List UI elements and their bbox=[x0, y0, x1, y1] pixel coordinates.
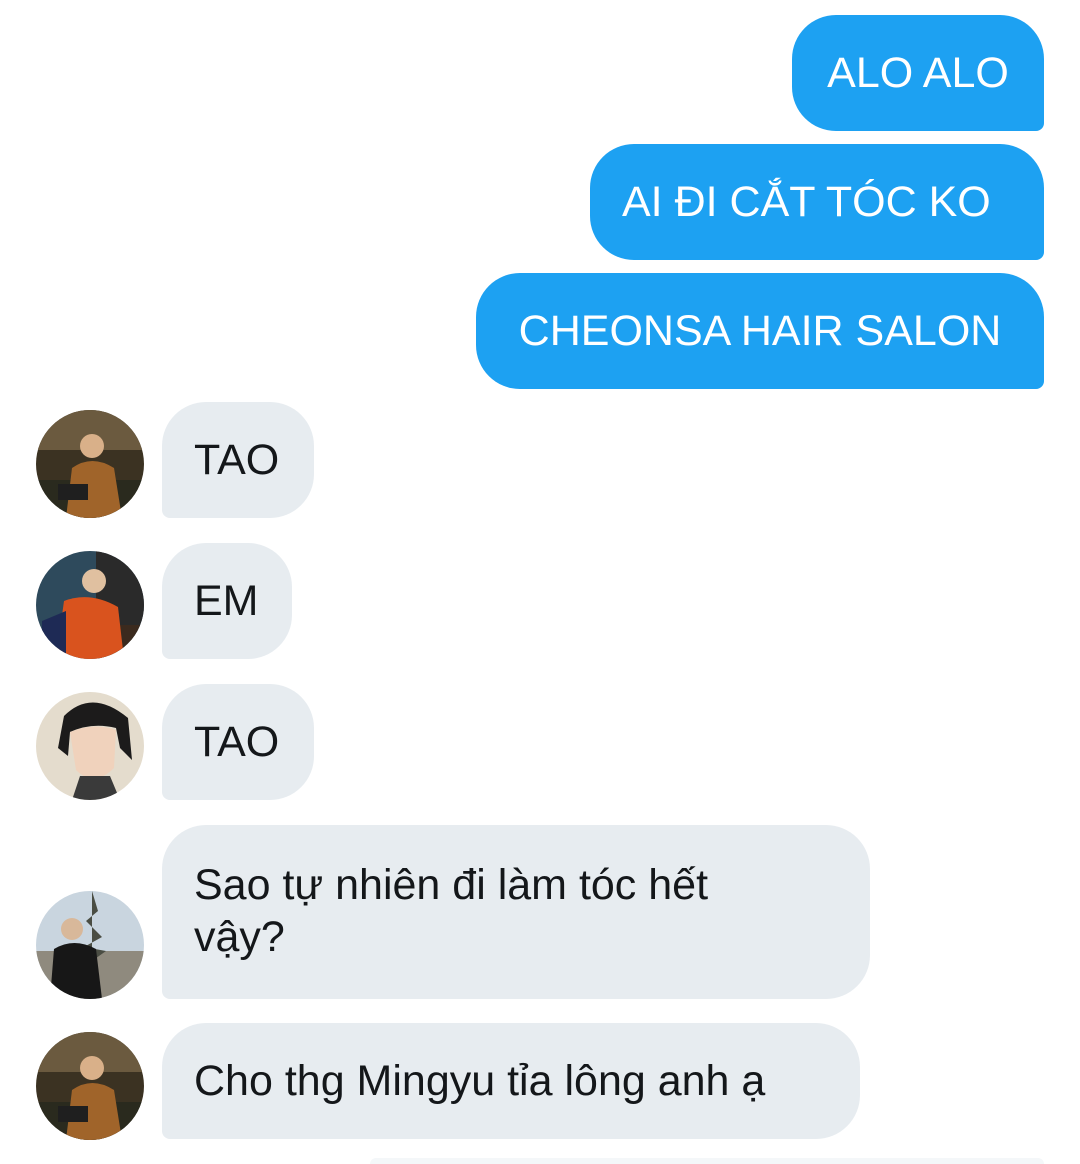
incoming-message[interactable]: EM bbox=[162, 543, 292, 659]
message-text: Cho thg Mingyu tỉa lông anh ạ bbox=[194, 1057, 766, 1105]
incoming-message[interactable]: Sao tự nhiên đi làm tóc hết vậy? bbox=[162, 825, 870, 999]
message-text: CHEONSA HAIR SALON bbox=[518, 307, 1002, 355]
user-avatar-1[interactable] bbox=[36, 410, 144, 518]
outgoing-message[interactable]: AI ĐI CẮT TÓC KO bbox=[590, 144, 1044, 260]
message-thread: ALO ALO AI ĐI CẮT TÓC KO CHEONSA HAIR SA… bbox=[0, 0, 1080, 1164]
message-text: AI ĐI CẮT TÓC KO bbox=[622, 178, 991, 226]
message-text: EM bbox=[194, 577, 259, 625]
message-text: TAO bbox=[194, 436, 280, 484]
outgoing-message[interactable]: CHEONSA HAIR SALON bbox=[476, 273, 1044, 389]
message-text: ALO ALO bbox=[827, 49, 1009, 97]
next-message-edge bbox=[370, 1158, 1044, 1164]
user-avatar-3[interactable] bbox=[36, 692, 144, 800]
user-avatar-1[interactable] bbox=[36, 1032, 144, 1140]
incoming-message[interactable]: TAO bbox=[162, 684, 314, 800]
incoming-message[interactable]: Cho thg Mingyu tỉa lông anh ạ bbox=[162, 1023, 860, 1139]
message-text: Sao tự nhiên đi làm tóc hết vậy? bbox=[194, 861, 709, 961]
user-avatar-2[interactable] bbox=[36, 551, 144, 659]
outgoing-message[interactable]: ALO ALO bbox=[792, 15, 1044, 131]
user-avatar-4[interactable] bbox=[36, 891, 144, 999]
incoming-message[interactable]: TAO bbox=[162, 402, 314, 518]
message-text: TAO bbox=[194, 718, 280, 766]
